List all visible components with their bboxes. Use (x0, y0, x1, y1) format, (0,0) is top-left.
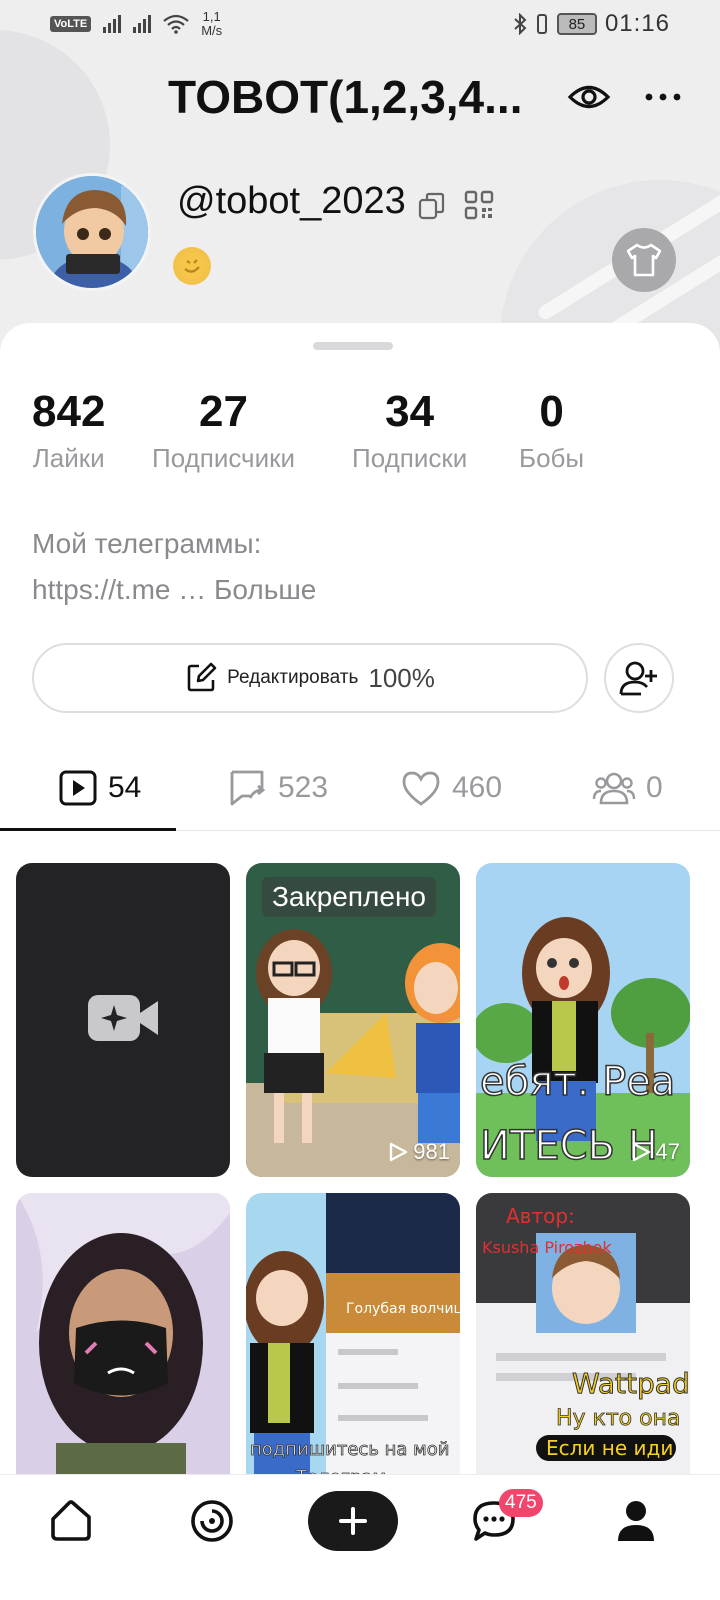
drafts-tile[interactable] (16, 863, 230, 1177)
view-count: 981 (387, 1139, 450, 1165)
bottom-navigation: 475 (0, 1474, 720, 1600)
view-count: 47 (630, 1139, 680, 1165)
svg-text:подпишитесь на мой: подпишитесь на мой (250, 1439, 449, 1460)
video-tile[interactable]: Голубая волчица подпишитесь на мой Телег… (246, 1193, 460, 1507)
home-icon[interactable] (47, 1497, 95, 1545)
camera-sparkle-icon (88, 995, 158, 1041)
group-icon (592, 772, 636, 805)
svg-text:ебят. Реа: ебят. Реа (480, 1059, 675, 1105)
sheet-handle[interactable] (313, 342, 393, 350)
tab-liked[interactable]: 460 (400, 745, 502, 831)
stat-likes[interactable]: 842 Лайки (32, 387, 105, 474)
outfit-button[interactable] (612, 228, 676, 292)
stat-beans[interactable]: 0 Бобы (519, 387, 584, 474)
status-emoji-icon[interactable] (173, 247, 211, 285)
signal-icon-2 (133, 15, 152, 33)
messages-badge: 475 (499, 1489, 543, 1517)
content-tabs: 54 523 460 0 (0, 745, 720, 831)
bio-line-1: Мой телеграммы: (32, 528, 262, 559)
video-tile-pinned[interactable]: Закреплено 981 (246, 863, 460, 1177)
tab-collabs[interactable]: 0 (592, 745, 663, 831)
bio[interactable]: Мой телеграммы: https://t.me … Больше (32, 521, 316, 613)
edit-profile-button[interactable]: Редактировать 100% (32, 643, 588, 713)
stat-following[interactable]: 34 Подписки (352, 387, 467, 474)
page-title: TOBOT(1,2,3,4... (168, 71, 523, 123)
title-bar: TOBOT(1,2,3,4... (0, 60, 720, 130)
edit-profile-label: Редактировать (227, 667, 359, 688)
profile-icon[interactable] (612, 1497, 660, 1545)
video-tile[interactable] (16, 1193, 230, 1507)
video-play-icon (59, 770, 97, 806)
tshirt-icon (626, 243, 662, 277)
video-thumbnail: Голубая волчица подпишитесь на мой Телег… (246, 1193, 460, 1507)
stat-followers[interactable]: 27 Подписчики (152, 387, 295, 474)
svg-text:Голубая волчица: Голубая волчица (346, 1301, 460, 1317)
profile-completion: 100% (368, 662, 435, 693)
status-bar: VoLTE 1,1 M/s 85 01:16 (0, 0, 720, 48)
heart-icon (402, 771, 440, 806)
network-speed: 1,1 M/s (201, 9, 223, 38)
signal-icon (103, 15, 122, 33)
plus-icon (339, 1507, 367, 1535)
svg-text:Ksusha Pirozhok: Ksusha Pirozhok (482, 1238, 612, 1257)
video-thumbnail (16, 1193, 230, 1507)
vibrate-icon (536, 14, 547, 34)
stats-row: 842 Лайки 27 Подписчики 34 Подписки 0 Бо… (0, 387, 720, 487)
svg-text:Если не иди: Если не иди (546, 1436, 673, 1460)
eye-icon[interactable] (566, 74, 612, 120)
create-button[interactable] (308, 1491, 398, 1551)
repost-icon (230, 770, 266, 806)
video-tile[interactable]: Автор: Ksusha Pirozhok Wattpad Ну кто он… (476, 1193, 690, 1507)
tab-videos[interactable]: 54 (58, 745, 141, 831)
volte-icon: VoLTE (50, 16, 92, 32)
svg-text:Ну кто она: Ну кто она (556, 1406, 680, 1431)
discover-icon[interactable] (188, 1497, 236, 1545)
copy-icon[interactable] (418, 192, 446, 220)
bio-line-2: https://t.me … Больше (32, 574, 317, 605)
video-tile[interactable]: ебят. Реа ИТЕСЬ Н 47 (476, 863, 690, 1177)
bluetooth-icon (514, 13, 527, 35)
username[interactable]: @tobot_2023 (177, 180, 406, 223)
clock: 01:16 (604, 10, 670, 37)
active-tab-indicator (0, 828, 176, 831)
add-user-icon (619, 661, 657, 696)
battery-indicator: 85 (556, 13, 597, 35)
video-thumbnail: ебят. Реа ИТЕСЬ Н (476, 863, 690, 1177)
qr-code-icon[interactable] (464, 190, 494, 220)
play-outline-icon (632, 1142, 650, 1162)
wifi-icon (163, 14, 189, 34)
edit-icon (187, 662, 217, 692)
svg-text:Автор:: Автор: (506, 1204, 575, 1228)
profile-sheet: 842 Лайки 27 Подписчики 34 Подписки 0 Бо… (0, 323, 720, 1600)
svg-text:Wattpad: Wattpad (572, 1367, 690, 1400)
pinned-badge: Закреплено (262, 877, 436, 917)
avatar[interactable] (33, 173, 151, 291)
tab-reposts[interactable]: 523 (228, 745, 328, 831)
play-outline-icon (390, 1142, 408, 1162)
video-thumbnail: Автор: Ksusha Pirozhok Wattpad Ну кто он… (476, 1193, 690, 1507)
add-friend-button[interactable] (604, 643, 674, 713)
more-options-icon[interactable] (640, 74, 686, 120)
